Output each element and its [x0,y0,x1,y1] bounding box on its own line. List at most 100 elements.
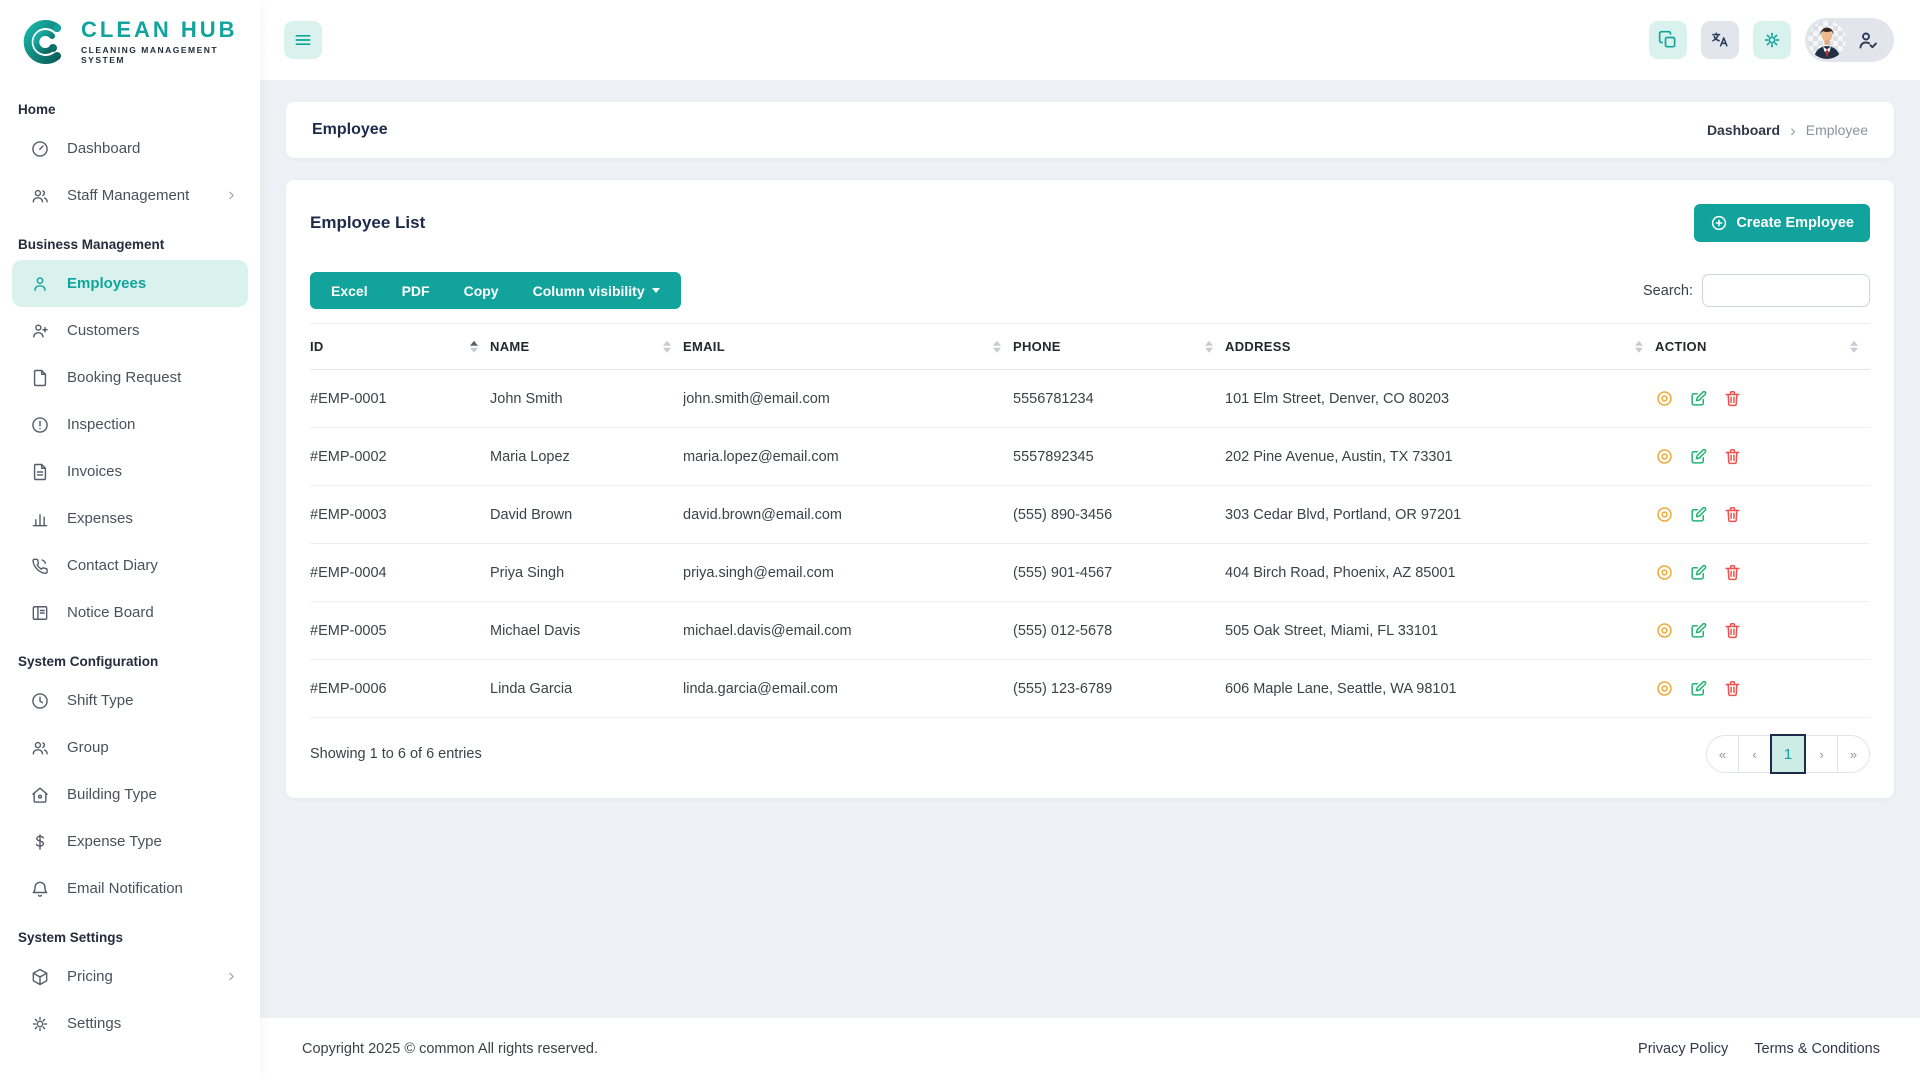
edit-button[interactable] [1689,447,1708,466]
copyright-text: Copyright 2025 © common All rights reser… [302,1041,598,1057]
pagination-first[interactable]: « [1706,735,1739,773]
search-input[interactable] [1702,274,1870,307]
copy-export-button[interactable]: Copy [447,272,516,309]
delete-button[interactable] [1723,563,1742,582]
sidebar-item-dashboard[interactable]: Dashboard [12,125,248,172]
sort-icon [663,340,671,353]
cell-id: #EMP-0003 [310,486,490,544]
cell-phone: 5557892345 [1013,428,1225,486]
plus-circle-icon [1710,214,1728,232]
dashboard-icon [30,139,50,159]
delete-button[interactable] [1723,389,1742,408]
chevron-down-icon [652,288,660,293]
terms-conditions-link[interactable]: Terms & Conditions [1754,1041,1880,1057]
column-header-phone[interactable]: PHONE [1013,324,1225,370]
sidebar-item-building-type[interactable]: Building Type [12,771,248,818]
pdf-export-button[interactable]: PDF [385,272,447,309]
edit-button[interactable] [1689,679,1708,698]
clock-icon [30,691,50,711]
sidebar: CLEAN HUB CLEANING MANAGEMENT SYSTEM Hom… [0,0,260,1080]
sidebar-item-notice-board[interactable]: Notice Board [12,589,248,636]
create-employee-button[interactable]: Create Employee [1694,204,1870,242]
sidebar-item-contact-diary[interactable]: Contact Diary [12,542,248,589]
cell-email: michael.davis@email.com [683,602,1013,660]
sidebar-item-invoices[interactable]: Invoices [12,448,248,495]
delete-button[interactable] [1723,505,1742,524]
column-header-action[interactable]: ACTION [1655,324,1870,370]
view-button[interactable] [1655,621,1674,640]
pagination-page-1[interactable]: 1 [1770,734,1806,774]
view-button[interactable] [1655,389,1674,408]
pagination-next[interactable]: › [1805,735,1838,773]
edit-button[interactable] [1689,505,1708,524]
sidebar-item-pricing[interactable]: Pricing [12,953,248,1000]
user-menu[interactable] [1805,18,1894,62]
sidebar-item-shift-type[interactable]: Shift Type [12,677,248,724]
sidebar-item-label: Group [67,739,109,756]
breadcrumb-card: Employee Dashboard › Employee [286,102,1894,158]
sidebar-item-label: Email Notification [67,880,183,897]
employee-table: ID NAME EMAIL PHONE ADDRESS ACTION #EMP-… [310,323,1870,718]
sidebar-item-inspection[interactable]: Inspection [12,401,248,448]
home-icon [30,785,50,805]
delete-button[interactable] [1723,447,1742,466]
column-header-address[interactable]: ADDRESS [1225,324,1655,370]
cell-email: john.smith@email.com [683,370,1013,428]
sidebar-item-group[interactable]: Group [12,724,248,771]
table-row: #EMP-0002 Maria Lopez maria.lopez@email.… [310,428,1870,486]
sidebar-item-expense-type[interactable]: Expense Type [12,818,248,865]
sidebar-item-customers[interactable]: Customers [12,307,248,354]
view-button[interactable] [1655,505,1674,524]
column-header-name[interactable]: NAME [490,324,683,370]
sidebar-item-label: Shift Type [67,692,133,709]
view-button[interactable] [1655,563,1674,582]
privacy-policy-link[interactable]: Privacy Policy [1638,1041,1728,1057]
edit-button[interactable] [1689,563,1708,582]
edit-button[interactable] [1689,621,1708,640]
sidebar-item-expenses[interactable]: Expenses [12,495,248,542]
clipboard-copy-button[interactable] [1649,21,1687,59]
gear-icon [30,1014,50,1034]
breadcrumb-dashboard-link[interactable]: Dashboard [1707,122,1780,138]
brand-logo[interactable]: CLEAN HUB CLEANING MANAGEMENT SYSTEM [0,0,260,84]
breadcrumb-current: Employee [1806,122,1868,138]
column-visibility-dropdown[interactable]: Column visibility [516,272,677,309]
pagination-last[interactable]: » [1837,735,1870,773]
view-button[interactable] [1655,447,1674,466]
edit-icon [1689,505,1708,524]
sidebar-item-staff-management[interactable]: Staff Management [12,172,248,219]
cell-id: #EMP-0004 [310,544,490,602]
breadcrumb-separator-icon: › [1790,122,1796,139]
brand-name: CLEAN HUB [81,19,260,41]
settings-button[interactable] [1753,21,1791,59]
delete-button[interactable] [1723,679,1742,698]
sidebar-item-settings[interactable]: Settings [12,1000,248,1047]
sort-icon [1205,340,1213,353]
pagination-prev[interactable]: ‹ [1738,735,1771,773]
eye-icon [1655,505,1674,524]
edit-button[interactable] [1689,389,1708,408]
eye-icon [1655,447,1674,466]
sidebar-item-label: Booking Request [67,369,181,386]
cell-name: Priya Singh [490,544,683,602]
sidebar-item-label: Expenses [67,510,133,527]
trash-icon [1723,389,1742,408]
sidebar-item-label: Invoices [67,463,122,480]
sidebar-section-business-management: Business Management [0,219,260,260]
view-button[interactable] [1655,679,1674,698]
cell-name: Michael Davis [490,602,683,660]
sort-icon [1635,340,1643,353]
column-header-email[interactable]: EMAIL [683,324,1013,370]
brand-logo-icon [20,16,72,68]
delete-button[interactable] [1723,621,1742,640]
column-header-id[interactable]: ID [310,324,490,370]
sidebar-item-employees[interactable]: Employees [12,260,248,307]
cell-phone: (555) 012-5678 [1013,602,1225,660]
sidebar-item-booking-request[interactable]: Booking Request [12,354,248,401]
excel-export-button[interactable]: Excel [314,272,385,309]
sidebar-toggle-button[interactable] [284,21,322,59]
table-row: #EMP-0005 Michael Davis michael.davis@em… [310,602,1870,660]
sidebar-item-email-notification[interactable]: Email Notification [12,865,248,912]
sidebar-item-label: Settings [67,1015,121,1032]
language-button[interactable] [1701,21,1739,59]
